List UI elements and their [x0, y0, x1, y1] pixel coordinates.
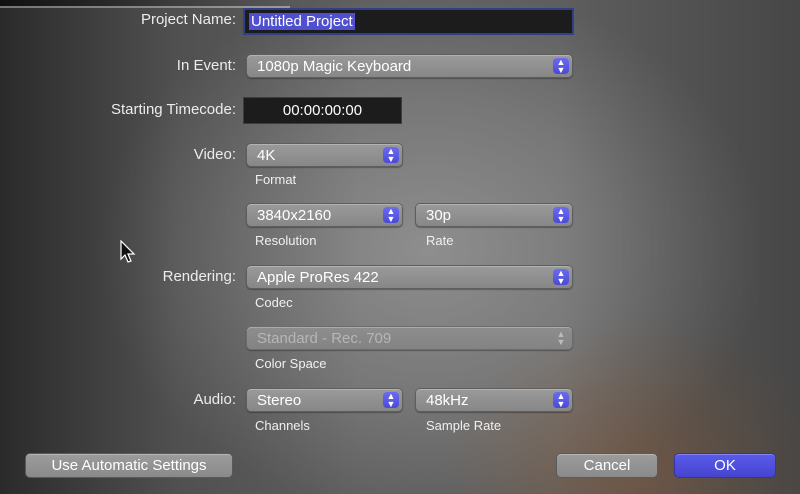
use-automatic-settings-button[interactable]: Use Automatic Settings	[25, 453, 233, 478]
chevron-updown-icon: ▲ ▼	[383, 147, 399, 164]
chevron-updown-icon: ▲ ▼	[553, 58, 569, 75]
chevron-updown-icon: ▲ ▼	[553, 392, 569, 409]
codec-popup[interactable]: Apple ProRes 422 ▲ ▼	[246, 265, 573, 289]
chevron-updown-icon: ▲ ▼	[383, 207, 399, 224]
project-name-value: Untitled Project	[249, 13, 355, 30]
rate-caption: Rate	[426, 233, 454, 248]
chevron-updown-icon: ▲ ▼	[383, 392, 399, 409]
in-event-value: 1080p Magic Keyboard	[257, 58, 412, 75]
audio-label: Audio:	[193, 391, 236, 408]
video-label: Video:	[193, 146, 236, 163]
chevron-updown-icon: ▲ ▼	[553, 207, 569, 224]
starting-timecode-field[interactable]: 00:00:00:00	[243, 97, 402, 124]
resolution-value: 3840x2160	[257, 207, 332, 224]
rendering-label: Rendering:	[162, 268, 236, 285]
format-value: 4K	[257, 147, 276, 164]
cancel-button[interactable]: Cancel	[556, 453, 658, 478]
color-space-popup: Standard - Rec. 709 ▲ ▼	[246, 326, 573, 350]
codec-caption: Codec	[255, 295, 293, 310]
sample-rate-value: 48kHz	[426, 392, 469, 409]
resolution-caption: Resolution	[255, 233, 317, 248]
resolution-popup[interactable]: 3840x2160 ▲ ▼	[246, 203, 403, 227]
mouse-pointer-icon	[120, 240, 136, 263]
format-popup[interactable]: 4K ▲ ▼	[246, 143, 403, 167]
sample-rate-caption: Sample Rate	[426, 418, 502, 433]
window-title-bar-fragment	[0, 0, 290, 8]
rate-value: 30p	[426, 207, 452, 224]
format-caption: Format	[255, 172, 297, 187]
color-space-value: Standard - Rec. 709	[257, 330, 392, 347]
project-name-field[interactable]: Untitled Project	[243, 8, 574, 35]
channels-caption: Channels	[255, 418, 310, 433]
color-space-caption: Color Space	[255, 356, 327, 371]
sample-rate-popup[interactable]: 48kHz ▲ ▼	[415, 388, 573, 412]
project-name-label: Project Name:	[140, 11, 236, 28]
channels-value: Stereo	[257, 392, 302, 409]
in-event-label: In Event:	[176, 57, 236, 74]
in-event-popup[interactable]: 1080p Magic Keyboard ▲ ▼	[246, 54, 573, 78]
ok-button[interactable]: OK	[674, 453, 776, 478]
starting-timecode-label: Starting Timecode:	[110, 101, 236, 118]
chevron-updown-icon: ▲ ▼	[553, 269, 569, 286]
rate-popup[interactable]: 30p ▲ ▼	[415, 203, 573, 227]
codec-value: Apple ProRes 422	[257, 269, 379, 286]
chevron-updown-icon: ▲ ▼	[556, 329, 566, 347]
channels-popup[interactable]: Stereo ▲ ▼	[246, 388, 403, 412]
